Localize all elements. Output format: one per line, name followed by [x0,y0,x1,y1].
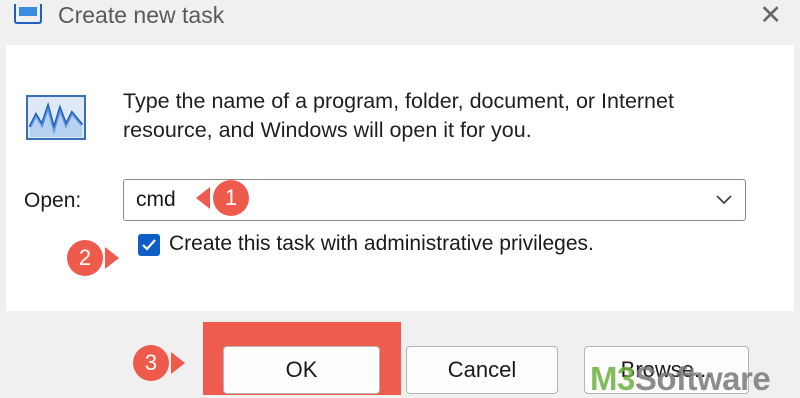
title-bar: Create new task ✕ [0,0,800,42]
prompt-text: Type the name of a program, folder, docu… [123,89,674,142]
performance-graph-icon [26,95,86,140]
open-label: Open: [24,189,82,212]
step-marker-3: 3 [133,345,185,381]
close-button[interactable]: ✕ [759,0,782,30]
step-marker-2: 2 [67,240,119,276]
ok-button[interactable]: OK [223,346,380,394]
cancel-button[interactable]: Cancel [406,346,558,394]
checkmark-icon [142,239,156,251]
step-marker-1: 1 [196,180,249,216]
dialog-content [6,45,794,311]
admin-privileges-checkbox[interactable] [138,234,160,256]
open-input[interactable]: cmd [136,188,176,212]
close-icon: ✕ [759,0,782,30]
m3-software-watermark: M3Software [590,360,771,397]
window-title: Create new task [58,2,225,28]
admin-privileges-label[interactable]: Create this task with administrative pri… [169,232,594,256]
chevron-down-icon[interactable] [715,194,733,206]
task-manager-icon [14,4,42,24]
